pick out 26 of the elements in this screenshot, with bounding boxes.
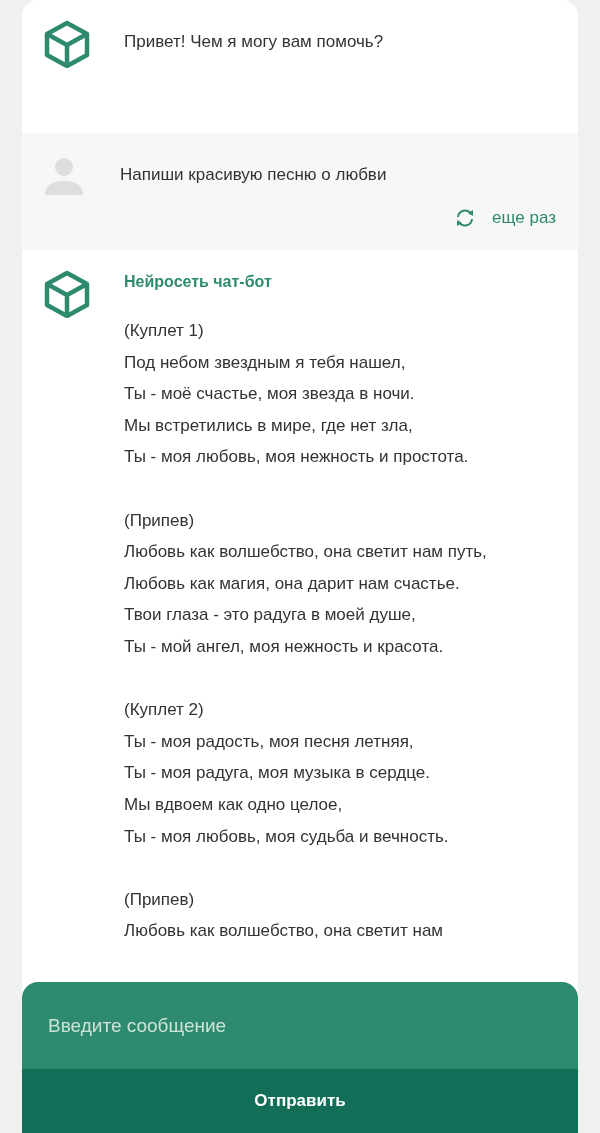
bot-name: Нейросеть чат-бот: [124, 272, 273, 292]
lyric-line: Ты - моя любовь, моя нежность и простота.: [124, 446, 470, 469]
lyric-line: (Припев): [124, 509, 196, 532]
message-input[interactable]: Введите сообщение: [22, 982, 578, 1069]
lyric-line: Твои глаза - это радуга в моей душе,: [124, 604, 417, 627]
lyric-line: Мы вдвоем как одно целое,: [124, 793, 344, 816]
message-text: Привет! Чем я могу вам помочь?: [124, 31, 384, 53]
send-button[interactable]: Отправить: [22, 1069, 578, 1133]
lyric-line: (Куплет 1): [124, 320, 205, 342]
lyric-line: Любовь как волшебство, она светит нам путь,: [124, 541, 487, 564]
cube-icon: [44, 20, 90, 68]
lyric-line: Ты - моё счастье, моя звезда в ночи.: [124, 383, 416, 406]
lyric-line: Ты - моя радость, моя песня летняя,: [124, 730, 415, 753]
lyric-line: Ты - моя радуга, моя музыка в сердце.: [124, 762, 431, 785]
lyric-line: (Припев): [124, 888, 196, 911]
lyric-line: Ты - мой ангел, моя нежность и красота.: [124, 635, 445, 658]
lyric-line: Ты - моя любовь, моя судьба и вечность.: [124, 825, 450, 848]
lyric-line: Под небом звездным я тебя нашел,: [124, 351, 407, 374]
cube-icon: [44, 270, 90, 318]
lyric-line: Мы встретились в мире, где нет зла,: [124, 414, 414, 437]
message-text: Напиши красивую песню о любви: [120, 164, 387, 187]
lyric-line: (Куплет 2): [124, 699, 205, 722]
lyric-line: Любовь как магия, она дарит нам счастье.: [124, 572, 461, 595]
lyric-line: Любовь как волшебство, она светит нам: [124, 920, 445, 943]
user-avatar-icon: [44, 155, 84, 195]
retry-button[interactable]: еще раз: [454, 205, 556, 231]
